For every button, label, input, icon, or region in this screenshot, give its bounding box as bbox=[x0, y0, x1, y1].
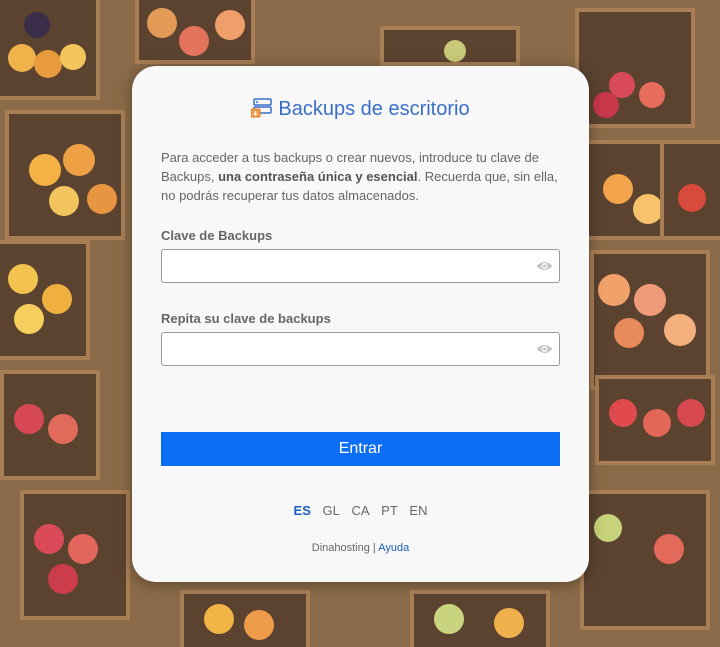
footer: Dinahosting | Ayuda bbox=[132, 542, 589, 554]
help-link[interactable]: Ayuda bbox=[378, 542, 409, 554]
intro-text: Para acceder a tus backups o crear nuevo… bbox=[161, 148, 566, 205]
app-header: Backups de escritorio bbox=[132, 98, 589, 124]
fruit-crate bbox=[595, 375, 715, 465]
eye-icon[interactable] bbox=[536, 259, 553, 273]
fruit-crate bbox=[660, 140, 720, 240]
language-gl[interactable]: GL bbox=[323, 503, 340, 518]
fruit-crate bbox=[0, 0, 100, 100]
language-pt[interactable]: PT bbox=[381, 503, 398, 518]
repeat-password-label: Repita su clave de backups bbox=[161, 311, 331, 326]
eye-icon[interactable] bbox=[536, 342, 553, 356]
fruit-crate bbox=[5, 110, 125, 240]
language-es[interactable]: ES bbox=[294, 503, 311, 518]
fruit-crate bbox=[575, 8, 695, 128]
fruit-crate bbox=[180, 590, 310, 647]
login-card: Backups de escritorio Para acceder a tus… bbox=[132, 66, 589, 582]
password-input[interactable] bbox=[170, 251, 534, 283]
footer-brand: Dinahosting bbox=[311, 542, 370, 554]
repeat-password-input[interactable] bbox=[170, 334, 534, 366]
fruit-crate bbox=[0, 370, 100, 480]
app-title: Backups de escritorio bbox=[278, 98, 470, 120]
fruit-crate bbox=[0, 240, 90, 360]
backup-servers-icon bbox=[251, 98, 273, 118]
footer-separator: | bbox=[369, 542, 379, 554]
language-selector: ES GL CA PT EN bbox=[132, 503, 589, 518]
fruit-crate bbox=[380, 26, 520, 66]
language-en[interactable]: EN bbox=[409, 503, 427, 518]
submit-button[interactable]: Entrar bbox=[161, 432, 560, 466]
intro-text-emphasis: una contraseña única y esencial bbox=[218, 169, 418, 184]
fruit-crate bbox=[20, 490, 130, 620]
fruit-crate bbox=[135, 0, 255, 64]
fruit-crate bbox=[590, 250, 710, 390]
password-label: Clave de Backups bbox=[161, 228, 273, 243]
fruit-crate bbox=[410, 590, 550, 647]
password-field[interactable] bbox=[161, 249, 560, 283]
fruit-crate bbox=[580, 490, 710, 630]
language-ca[interactable]: CA bbox=[351, 503, 369, 518]
repeat-password-field[interactable] bbox=[161, 332, 560, 366]
